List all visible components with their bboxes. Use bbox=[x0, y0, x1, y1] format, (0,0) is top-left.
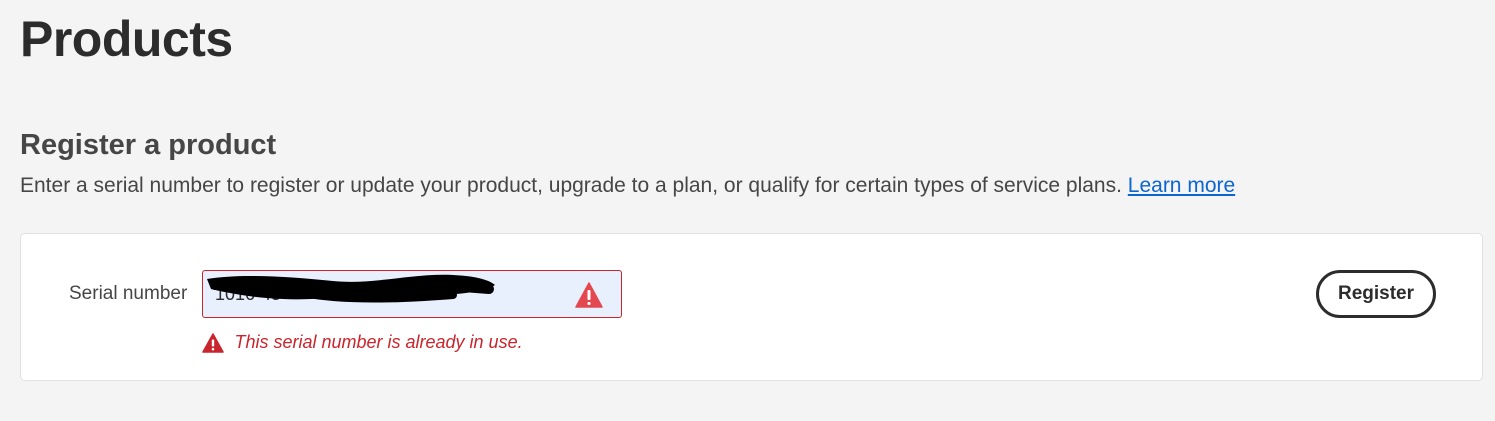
register-button[interactable]: Register bbox=[1316, 270, 1436, 318]
register-product-card: Serial number This serial number is alre… bbox=[20, 233, 1483, 381]
page-title: Products bbox=[20, 11, 233, 67]
alert-triangle-icon bbox=[575, 282, 603, 308]
serial-number-error: This serial number is already in use. bbox=[202, 332, 523, 356]
serial-number-input[interactable] bbox=[203, 271, 563, 317]
error-message: This serial number is already in use. bbox=[234, 332, 523, 352]
register-product-description: Enter a serial number to register or upd… bbox=[20, 172, 1235, 200]
register-product-heading: Register a product bbox=[20, 129, 277, 161]
alert-triangle-icon bbox=[202, 332, 224, 353]
serial-number-label: Serial number bbox=[69, 283, 188, 304]
description-text: Enter a serial number to register or upd… bbox=[20, 174, 1122, 197]
learn-more-link[interactable]: Learn more bbox=[1128, 174, 1235, 197]
serial-number-field bbox=[202, 270, 622, 318]
